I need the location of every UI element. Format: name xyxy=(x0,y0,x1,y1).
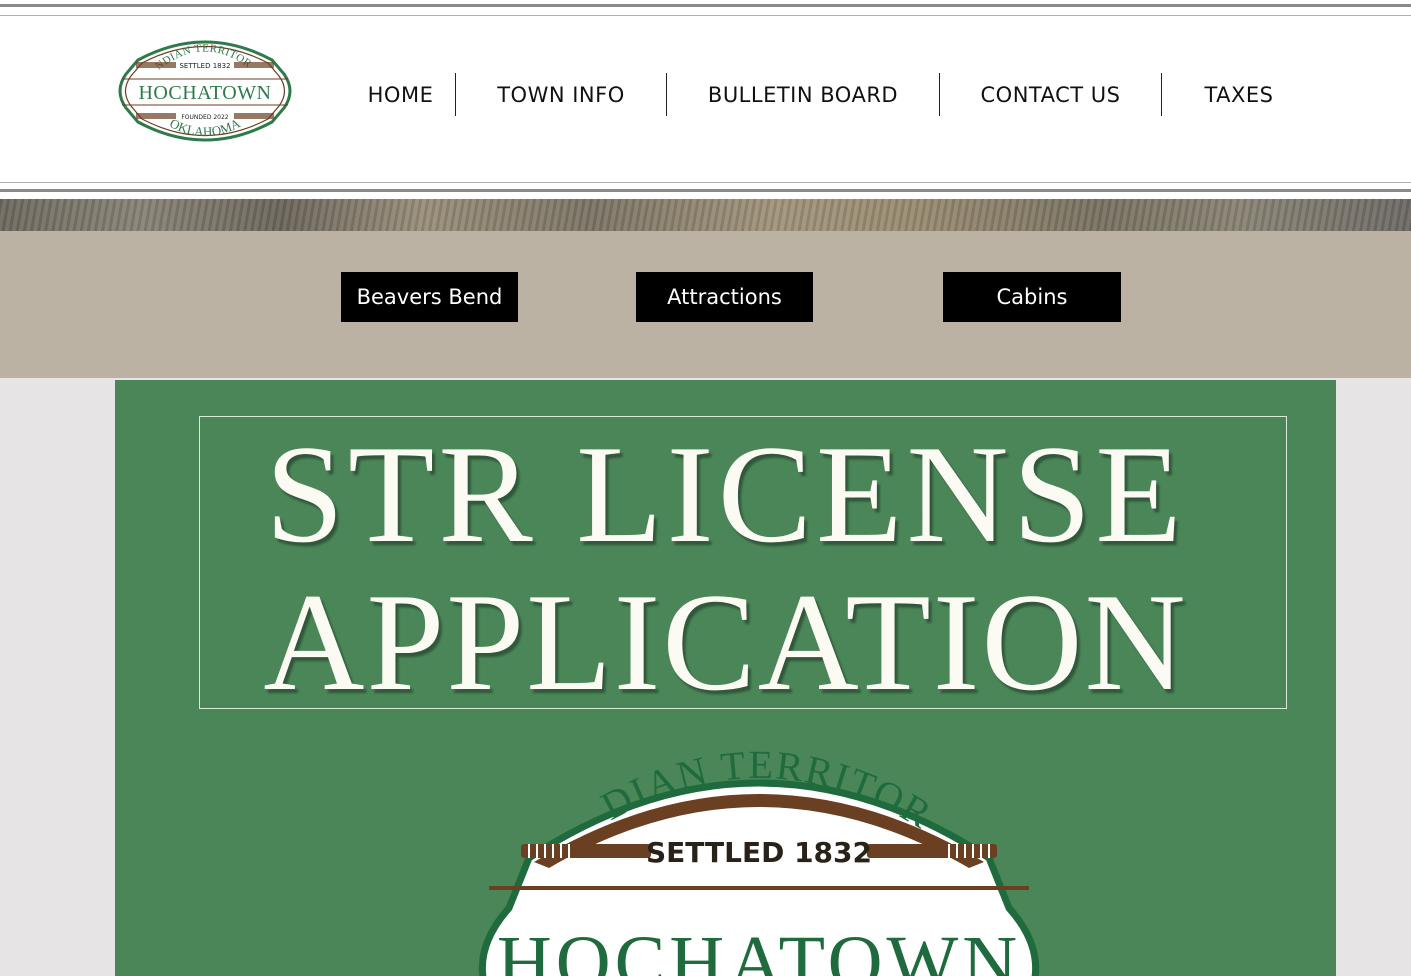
beavers-bend-button[interactable]: Beavers Bend xyxy=(341,272,518,322)
nav-taxes[interactable]: TAXES xyxy=(1162,73,1316,116)
header-top-rule xyxy=(0,4,1411,7)
seal-settled: SETTLED 1832 xyxy=(646,836,872,869)
site-logo[interactable]: INDIAN TERRITORY SETTLED 1832 HOCHATOWN … xyxy=(110,23,296,150)
header-bottom-rule-thin xyxy=(0,182,1411,183)
logo-town: HOCHATOWN xyxy=(138,82,271,104)
main-nav: HOME TOWN INFO BULLETIN BOARD CONTACT US… xyxy=(346,73,1316,116)
town-seal-logo-icon: INDIAN TERRITORY SETTLED 1832 HOCHATOWN … xyxy=(110,23,292,142)
logo-settled: SETTLED 1832 xyxy=(179,62,230,70)
str-license-poster[interactable]: STR LICENSE APPLICATION INDIAN TERRITORY… xyxy=(115,380,1336,976)
header-bottom-rule xyxy=(0,189,1411,192)
nav-contact-us[interactable]: CONTACT US xyxy=(940,73,1161,116)
nav-home[interactable]: HOME xyxy=(346,73,455,116)
nav-town-info[interactable]: TOWN INFO xyxy=(456,73,666,116)
poster-title-line1: STR LICENSE xyxy=(265,417,1186,572)
header-top-rule-thin xyxy=(0,15,1411,16)
hochatown-seal-icon: INDIAN TERRITORY SETTLED 1832 HOCHATOWN xyxy=(449,738,1040,976)
quick-links-band: Beavers Bend Attractions Cabins xyxy=(0,231,1411,378)
nav-bulletin-board[interactable]: BULLETIN BOARD xyxy=(667,73,939,116)
attractions-button[interactable]: Attractions xyxy=(636,272,813,322)
cabins-button[interactable]: Cabins xyxy=(943,272,1121,322)
seal-town: HOCHATOWN xyxy=(497,921,1021,976)
poster-title-line2: APPLICATION xyxy=(263,565,1188,720)
logo-founded: FOUNDED 2022 xyxy=(181,114,228,121)
hero-image-strip xyxy=(0,199,1411,231)
